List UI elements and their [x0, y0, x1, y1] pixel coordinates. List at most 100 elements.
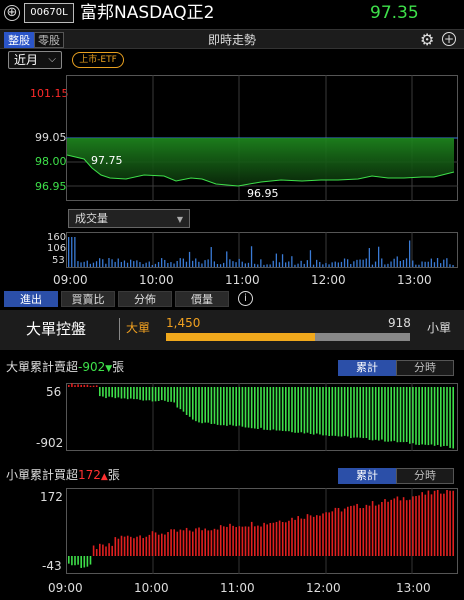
volume-bar: [384, 264, 386, 267]
add-icon[interactable]: +: [442, 32, 456, 46]
big-net-cumulative-button[interactable]: 累計: [338, 360, 396, 376]
tab-odd-lot[interactable]: 零股: [34, 32, 64, 48]
volume-bar: [195, 258, 197, 267]
indicator-select[interactable]: 成交量 ▼: [68, 209, 190, 228]
big-net-bar: [83, 384, 86, 387]
small-net-bar: [151, 531, 154, 556]
big-net-bar: [229, 387, 231, 425]
small-net-bar: [195, 528, 197, 556]
big-net-bar: [306, 387, 309, 433]
volume-bar: [312, 264, 315, 267]
big-net-bar: [347, 387, 349, 437]
tab-whole-lot[interactable]: 整股: [4, 32, 34, 48]
stock-code-input[interactable]: 00670L: [24, 3, 74, 23]
volume-bar: [452, 264, 454, 267]
small-net-bar: [83, 556, 86, 568]
big-net-bar: [356, 387, 358, 438]
volume-bar: [365, 258, 367, 267]
volume-bar: [309, 250, 312, 267]
volume-bar: [74, 237, 76, 267]
volume-bar: [167, 263, 169, 267]
contract-month-select[interactable]: 近月 ⌵: [8, 51, 62, 69]
small-net-bar: [396, 496, 399, 556]
big-net-bar: [334, 387, 337, 436]
big-net-bar: [446, 387, 448, 446]
big-net-bar: [275, 387, 278, 431]
big-net-intraday-button[interactable]: 分時: [396, 360, 454, 376]
tab-buy-sell-ratio[interactable]: 買賣比: [61, 291, 115, 307]
tab-distribution[interactable]: 分佈: [118, 291, 172, 307]
small-net-bar: [80, 556, 82, 568]
big-net-bar: [192, 387, 194, 420]
small-net-chart: [66, 488, 458, 574]
small-net-bar: [71, 556, 73, 566]
big-net-bar: [424, 387, 427, 445]
volume-bar: [322, 264, 324, 267]
small-net-bar: [229, 523, 231, 556]
dropdown-arrow-icon: ▼: [176, 215, 183, 224]
volume-bar: [123, 260, 126, 267]
big-net-bar: [340, 387, 343, 437]
small-net-bar: [433, 490, 436, 556]
small-net-bar: [285, 522, 287, 556]
time-axis-label: 12:00: [306, 581, 341, 595]
small-net-bar: [421, 492, 423, 556]
volume-bar: [139, 262, 141, 267]
volume-bar: [294, 264, 296, 267]
small-net-bar: [235, 527, 237, 556]
volume-bar: [405, 258, 408, 267]
small-net-bar: [343, 508, 346, 556]
volume-bar: [436, 258, 439, 267]
small-net-bar: [133, 538, 135, 556]
big-net-bar: [95, 385, 98, 387]
big-order-title: 大單控盤: [26, 320, 87, 338]
volume-bar: [182, 258, 184, 267]
small-net-intraday-button[interactable]: 分時: [396, 468, 454, 484]
big-net-bar: [226, 387, 228, 426]
small-net-bar: [117, 538, 120, 556]
volume-bar: [272, 260, 274, 267]
tab-in-out[interactable]: 進出: [4, 291, 58, 307]
volume-bar: [319, 261, 321, 267]
price-axis-ref-label: 98.00: [35, 155, 67, 168]
big-net-bar: [316, 387, 318, 434]
volume-bar: [325, 263, 327, 267]
small-net-cumulative-button[interactable]: 累計: [338, 468, 396, 484]
big-net-bar: [325, 387, 327, 436]
info-icon[interactable]: i: [238, 291, 253, 306]
volume-bar: [133, 261, 135, 267]
big-net-bar: [92, 385, 95, 387]
toolbar: 即時走勢 整股 零股 ⚙ +: [0, 29, 464, 49]
volume-bar: [86, 260, 88, 267]
gear-icon[interactable]: ⚙: [420, 31, 434, 48]
big-net-bars: [68, 383, 454, 449]
big-net-bar: [86, 384, 89, 387]
big-net-bar: [173, 387, 175, 403]
time-axis-label: 11:00: [220, 581, 255, 595]
big-net-bar: [421, 387, 423, 445]
volume-bar: [108, 258, 110, 267]
volume-bar: [164, 259, 166, 267]
small-net-bar: [126, 535, 129, 556]
volume-bar: [92, 262, 95, 267]
small-net-bar: [402, 497, 405, 556]
volume-bar: [371, 264, 374, 267]
small-net-bar: [316, 515, 318, 556]
big-net-bar: [145, 387, 148, 401]
plus-circle-icon[interactable]: ⊕: [4, 5, 20, 21]
big-net-bar: [343, 387, 346, 436]
big-net-bar: [297, 387, 299, 433]
big-net-bar: [387, 387, 389, 442]
big-net-bar: [117, 387, 120, 398]
big-net-bar: [126, 387, 129, 400]
tab-price-volume[interactable]: 價量: [175, 291, 229, 307]
big-net-bar: [130, 387, 132, 399]
small-net-bar: [359, 508, 361, 556]
small-net-bar: [427, 490, 430, 556]
big-net-bar: [384, 387, 386, 442]
small-net-bar: [381, 501, 383, 556]
small-net-bar: [340, 511, 343, 556]
small-net-bar: [111, 545, 113, 556]
volume-bar: [263, 264, 265, 267]
big-net-bar: [204, 387, 206, 423]
